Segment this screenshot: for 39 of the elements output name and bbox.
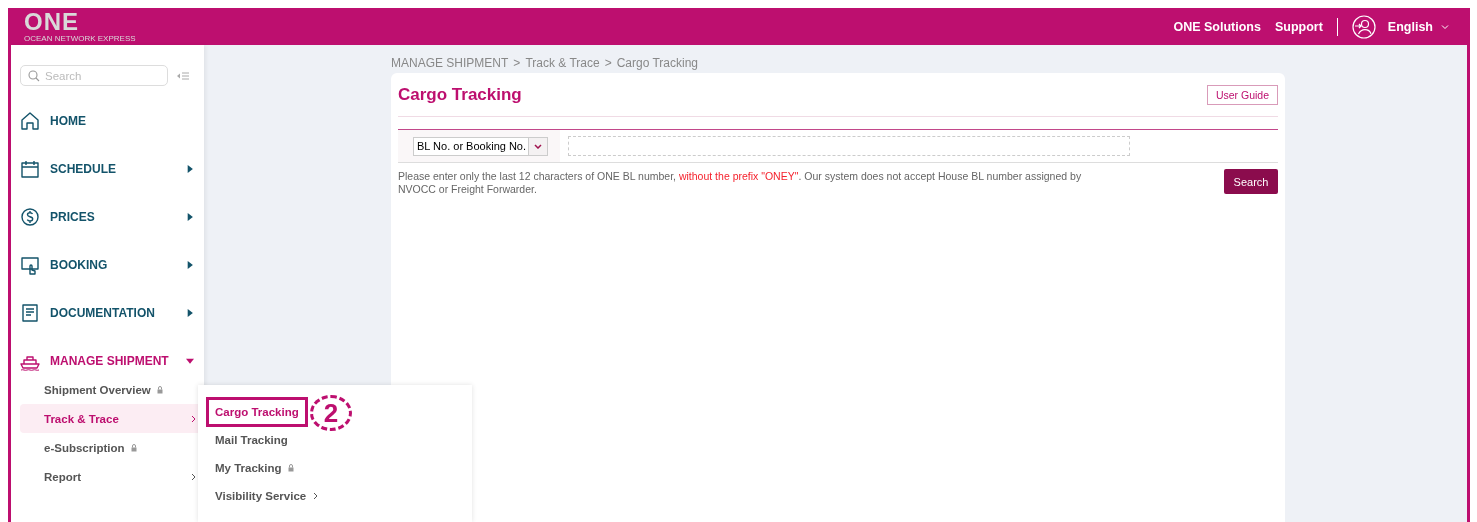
caret-right-icon <box>186 261 194 269</box>
chevron-down-icon <box>534 143 542 149</box>
nav-item[interactable]: BOOKING <box>11 241 204 289</box>
nav-item[interactable]: DOCUMENTATION <box>11 289 204 337</box>
chevron-right-icon <box>191 414 196 423</box>
caret-right-icon <box>186 309 194 317</box>
chevron-down-icon <box>1441 23 1449 30</box>
user-icon[interactable] <box>1351 14 1376 39</box>
hint-text: Please enter only the last 12 characters of ONE BL number, without the prefix "ONEY". Our system does not accept House BL number assigned by NVOCC or Freight Forwarder. <box>398 170 1083 196</box>
caret-right-icon <box>186 213 194 221</box>
chevron-right-icon <box>191 472 196 481</box>
language-selector[interactable]: English <box>1387 19 1449 34</box>
nav-item[interactable]: PRICES <box>11 193 204 241</box>
home-icon <box>20 111 40 131</box>
calendar-icon <box>20 159 40 179</box>
monitor-hand-icon <box>20 255 40 275</box>
caret-down-icon <box>186 357 194 365</box>
logo[interactable]: ONE OCEAN NETWORK EXPRESS <box>24 10 136 43</box>
caret-right-icon <box>186 165 194 173</box>
nav-item[interactable]: HOME <box>11 97 204 145</box>
header-link[interactable]: ONE Solutions <box>1173 19 1261 34</box>
search-icon <box>28 70 40 82</box>
page-title: Cargo Tracking <box>398 84 522 105</box>
lock-icon <box>288 464 295 472</box>
tracking-number-input[interactable] <box>568 136 1130 156</box>
collapse-icon[interactable] <box>177 71 189 80</box>
search-field[interactable]: Search <box>20 65 168 86</box>
document-icon <box>20 303 40 323</box>
user-guide-button[interactable]: User Guide <box>1206 84 1278 105</box>
breadcrumb-separator: > <box>513 55 521 70</box>
search-type-dropdown[interactable]: BL No. or Booking No. <box>413 136 548 156</box>
chevron-right-icon <box>313 492 319 500</box>
lock-icon <box>156 385 163 394</box>
breadcrumb-separator: > <box>604 55 612 70</box>
dollar-icon <box>20 207 40 227</box>
search-button[interactable]: Search <box>1224 169 1278 194</box>
nav-item[interactable]: SCHEDULE <box>11 145 204 193</box>
lock-icon <box>130 443 137 452</box>
header-link[interactable]: Support <box>1274 19 1323 34</box>
